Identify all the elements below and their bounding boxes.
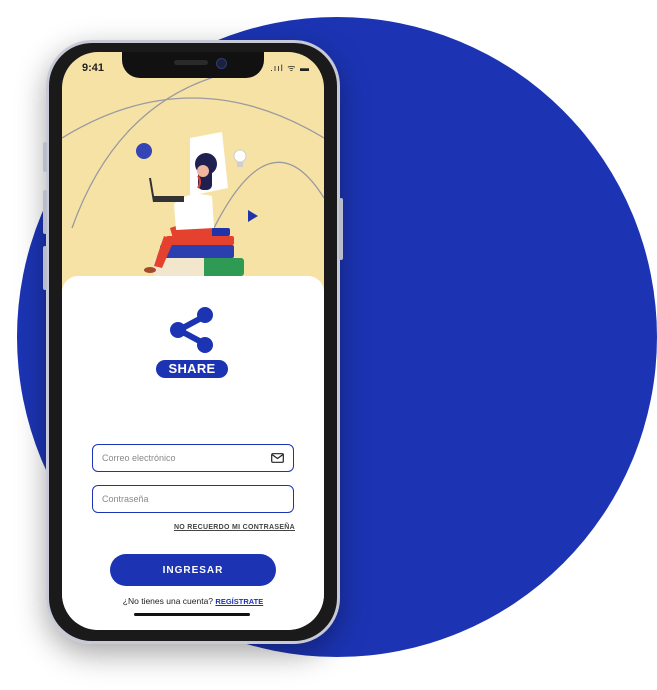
lightbulb-icon (233, 149, 247, 167)
reading-woman-illustration (62, 78, 324, 288)
speaker (174, 60, 208, 65)
brand-logo-text: SHARE (156, 360, 228, 378)
signup-link[interactable]: Regístrate (215, 597, 263, 606)
login-button[interactable]: INGRESAR (110, 554, 276, 586)
play-triangle-icon (248, 210, 258, 222)
email-field-container (92, 444, 294, 472)
phone-side-button (43, 190, 47, 234)
signup-prompt: ¿No tienes una cuenta? Regístrate (62, 596, 324, 606)
email-field[interactable] (93, 445, 262, 471)
password-field[interactable] (93, 486, 262, 512)
login-card: SHARE No recuerdo mi contraseña INGRESAR… (62, 276, 324, 630)
signup-text: ¿No tienes una cuenta? (122, 596, 214, 606)
password-field-container (92, 485, 294, 513)
home-indicator (134, 613, 250, 616)
status-time: 9:41 (82, 62, 105, 74)
phone-screen: 9:41 .ııl ᯤ ▬ SHARE No recuerdo mi contr… (62, 52, 324, 630)
share-icon (170, 307, 213, 353)
forgot-password-link[interactable]: No recuerdo mi contraseña (174, 524, 295, 531)
camera (216, 58, 227, 69)
status-icons: .ııl ᯤ ▬ (270, 63, 310, 73)
phone-side-button (43, 142, 47, 172)
phone-side-button (43, 246, 47, 290)
phone-notch (122, 52, 264, 78)
phone-side-button (339, 198, 343, 260)
mail-icon (271, 453, 284, 463)
